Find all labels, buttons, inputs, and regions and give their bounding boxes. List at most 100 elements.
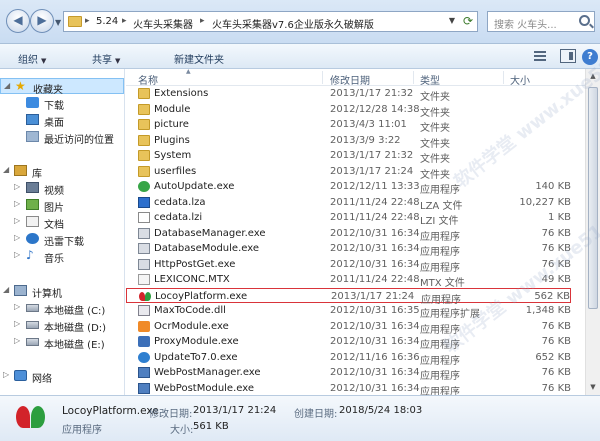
expand-icon[interactable]: ◢: [4, 81, 10, 90]
address-dropdown-icon[interactable]: ▼: [449, 16, 455, 25]
expand-icon[interactable]: ◢: [3, 285, 9, 294]
nav-item-thunder[interactable]: ▷ 迅雷下载: [0, 231, 124, 248]
breadcrumb-item[interactable]: 火车头采集器: [133, 16, 193, 31]
organize-menu[interactable]: 组织 ▼: [18, 51, 46, 66]
nav-item-music[interactable]: ▷ ♪ 音乐: [0, 248, 124, 265]
file-row[interactable]: LocoyPlatform.exe 2013/1/17 21:24 应用程序 562 …: [126, 287, 571, 306]
file-row[interactable]: UpdateTo7.0.exe 2012/11/16 16:36 应用程序 652 K…: [126, 350, 571, 367]
column-divider[interactable]: [322, 71, 323, 84]
file-row[interactable]: DatabaseManager.exe 2012/10/31 16:34 应用程序 7…: [126, 226, 571, 243]
nav-item-disk-e[interactable]: ▷ 本地磁盘 (E:): [0, 334, 124, 351]
history-dropdown-icon[interactable]: ▼: [55, 18, 61, 27]
file-row[interactable]: ProxyModule.exe 2012/10/31 16:34 应用程序 76 KB: [126, 334, 571, 351]
command-bar: 组织 ▼ 共享 ▼ 新建文件夹 ?: [0, 44, 600, 69]
nav-label: 网络: [32, 374, 52, 385]
preview-pane-icon[interactable]: [560, 49, 576, 63]
breadcrumb-item[interactable]: 5.24: [96, 16, 118, 27]
refresh-icon[interactable]: ⟳: [463, 14, 473, 28]
back-arrow-icon: ◀: [13, 13, 23, 27]
scroll-up-icon[interactable]: ▲: [586, 69, 600, 84]
nav-item-pictures[interactable]: ▷ 图片: [0, 197, 124, 214]
nav-item-videos[interactable]: ▷ 视频: [0, 180, 124, 197]
address-bar[interactable]: ▸ 5.24 ▸ 火车头采集器 ▸ 火车头采集器v7.6企业版永久破解版 ▼ ⟳: [63, 11, 478, 32]
expand-icon[interactable]: ▷: [3, 370, 9, 379]
hard-disk-icon: [26, 304, 39, 312]
nav-item-downloads[interactable]: 下载: [0, 95, 124, 112]
chevron-down-icon: ▼: [115, 57, 121, 65]
change-view-icon[interactable]: [532, 49, 548, 63]
file-row[interactable]: LEXICONC.MTX 2011/11/24 22:48 MTX 文件 49 KB: [126, 272, 571, 289]
column-header-name[interactable]: 名称: [138, 72, 158, 87]
expand-icon[interactable]: ▷: [14, 319, 20, 328]
forward-button[interactable]: ▶: [30, 9, 54, 33]
search-icon[interactable]: [579, 15, 590, 26]
nav-label: 计算机: [32, 289, 62, 300]
file-row[interactable]: HttpPostGet.exe 2012/10/31 16:34 应用程序 76 KB: [126, 257, 571, 274]
file-row[interactable]: WebPostManager.exe 2012/10/31 16:34 应用程序 76…: [126, 365, 571, 382]
file-row[interactable]: MaxToCode.dll 2012/10/31 16:35 应用程序扩展 1,348…: [126, 303, 571, 320]
column-divider[interactable]: [413, 71, 414, 84]
column-header-type[interactable]: 类型: [420, 72, 440, 87]
nav-item-desktop[interactable]: 桌面: [0, 112, 124, 129]
file-row[interactable]: cedata.lza 2011/11/24 22:48 LZA 文件 10,227 K…: [126, 195, 571, 212]
file-row[interactable]: OcrModule.exe 2012/10/31 16:34 应用程序 76 KB: [126, 319, 571, 336]
nav-item-libraries[interactable]: ◢ 库: [0, 163, 124, 180]
file-row[interactable]: Extensions 2013/1/17 21:32 文件夹: [126, 86, 571, 103]
chevron-down-icon: ▼: [41, 57, 47, 65]
file-name: picture: [154, 119, 189, 130]
nav-item-documents[interactable]: ▷ 文档: [0, 214, 124, 231]
share-menu[interactable]: 共享 ▼: [92, 51, 120, 66]
web-icon: [138, 382, 150, 394]
nav-label: 视频: [44, 186, 64, 197]
share-label: 共享: [92, 55, 112, 66]
file-row[interactable]: AutoUpdate.exe 2012/12/11 13:33 应用程序 140 KB: [126, 179, 571, 196]
file-size: 76 KB: [541, 336, 571, 347]
chevron-right-icon: ▸: [122, 16, 127, 26]
column-header-date[interactable]: 修改日期: [330, 72, 370, 87]
sort-ascending-icon: ▲: [186, 69, 191, 75]
file-row[interactable]: picture 2013/4/3 11:01 文件夹: [126, 117, 571, 134]
breadcrumb-item[interactable]: 火车头采集器v7.6企业版永久破解版: [212, 16, 374, 31]
expand-icon[interactable]: ◢: [3, 165, 9, 174]
help-icon[interactable]: ?: [582, 49, 598, 65]
scroll-down-icon[interactable]: ▼: [586, 380, 600, 395]
expand-icon[interactable]: ▷: [14, 250, 20, 259]
recent-places-icon: [26, 131, 39, 142]
file-name: LEXICONC.MTX: [154, 274, 230, 285]
file-row[interactable]: cedata.lzi 2011/11/24 22:48 LZI 文件 1 KB: [126, 210, 571, 227]
expand-icon[interactable]: ▷: [14, 336, 20, 345]
scrollbar-thumb[interactable]: [588, 87, 598, 309]
nav-item-disk-c[interactable]: ▷ 本地磁盘 (C:): [0, 300, 124, 317]
mtx-file-icon: [138, 274, 150, 285]
details-modified-value: 2013/1/17 21:24: [193, 405, 277, 416]
file-row[interactable]: Module 2012/12/28 14:38 文件夹: [126, 102, 571, 119]
column-divider[interactable]: [503, 71, 504, 84]
search-box[interactable]: 搜索 火车头...: [487, 11, 595, 32]
file-modified-date: 2012/10/31 16:34: [330, 336, 420, 347]
details-file-name: LocoyPlatform.exe: [62, 405, 159, 417]
nav-item-favorites[interactable]: ◢ ★ 收藏夹: [0, 78, 124, 96]
column-header-size[interactable]: 大小: [510, 72, 530, 87]
new-folder-button[interactable]: 新建文件夹: [174, 51, 224, 66]
file-row[interactable]: Plugins 2013/3/9 3:22 文件夹: [126, 133, 571, 150]
file-name: AutoUpdate.exe: [154, 181, 235, 192]
nav-item-computer[interactable]: ◢ 计算机: [0, 283, 124, 300]
file-row[interactable]: System 2013/1/17 21:32 文件夹: [126, 148, 571, 165]
back-button[interactable]: ◀: [6, 9, 30, 33]
nav-item-network[interactable]: ▷ 网络: [0, 368, 124, 385]
expand-icon[interactable]: ▷: [14, 199, 20, 208]
nav-item-recent[interactable]: 最近访问的位置: [0, 129, 124, 146]
expand-icon[interactable]: ▷: [14, 182, 20, 191]
folder-icon: [138, 119, 150, 130]
file-row[interactable]: DatabaseModule.exe 2012/10/31 16:34 应用程序 76…: [126, 241, 571, 258]
nav-label: 本地磁盘 (C:): [44, 306, 106, 317]
file-name: userfiles: [154, 165, 197, 177]
expand-icon[interactable]: ▷: [14, 233, 20, 242]
file-modified-date: 2012/12/28 14:38: [330, 103, 420, 115]
expand-icon[interactable]: ▷: [14, 216, 20, 225]
expand-icon[interactable]: ▷: [14, 302, 20, 311]
file-row[interactable]: userfiles 2013/1/17 21:24 文件夹: [126, 164, 571, 181]
nav-item-disk-d[interactable]: ▷ 本地磁盘 (D:): [0, 317, 124, 334]
file-row[interactable]: WebPostModule.exe 2012/10/31 16:34 应用程序 76 …: [126, 381, 571, 395]
vertical-scrollbar[interactable]: ▲ ▼: [585, 69, 600, 395]
